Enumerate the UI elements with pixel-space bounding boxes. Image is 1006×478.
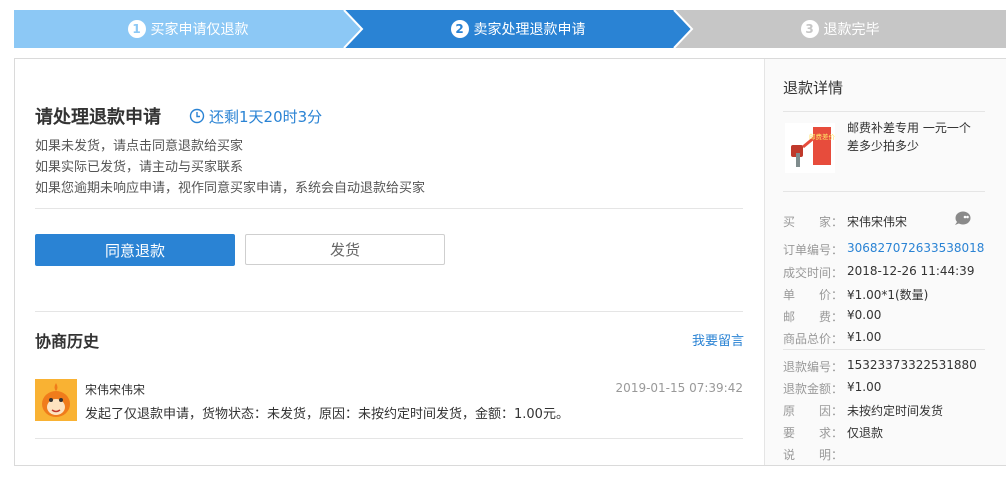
history-title: 协商历史	[35, 332, 100, 351]
product-image-label: 邮费差价	[809, 132, 835, 141]
field-label: 单 价：	[783, 288, 844, 302]
divider	[783, 349, 985, 350]
step-1-label: 买家申请仅退款	[150, 22, 249, 38]
step-1: 1 买家申请仅退款	[14, 10, 362, 48]
step-2-label: 卖家处理退款申请	[473, 22, 586, 38]
divider	[783, 191, 985, 192]
refund-number: 15323373322531880	[847, 358, 977, 372]
divider	[783, 111, 985, 112]
details-title: 退款详情	[783, 79, 844, 97]
refund-progress-stepper: 1 买家申请仅退款 2 卖家处理退款申请 3 退款完毕	[14, 10, 1006, 48]
refund-reason-row: 原 因： 未按约定时间发货	[783, 402, 943, 419]
product-thumbnail-icon: 邮费差价	[785, 123, 836, 173]
avatar-icon	[35, 379, 77, 421]
step-1-number: 1	[127, 20, 146, 38]
leave-message-link[interactable]: 我要留言	[692, 330, 744, 349]
field-label: 成交时间：	[783, 266, 844, 280]
buyer-row: 买 家： 宋伟宋伟宋	[783, 213, 907, 230]
refund-main-panel: 请处理退款申请 还剩1天20时3分 如果未发货，请点击同意退款给买家 如果实际已…	[15, 59, 764, 465]
product-image[interactable]: 邮费差价	[785, 123, 836, 173]
step-3-label: 退款完毕	[823, 22, 880, 38]
deal-time-row: 成交时间： 2018-12-26 11:44:39	[783, 264, 974, 281]
instruction-line: 如果您逾期未响应申请，视作同意买家申请，系统会自动退款给买家	[35, 181, 426, 196]
order-number-link[interactable]: 306827072633538018	[847, 241, 984, 258]
unit-price: ¥1.00*1(数量)	[847, 288, 929, 302]
product-name[interactable]: 邮费补差专用 一元一个 差多少拍多少	[847, 119, 982, 155]
refund-reason: 未按约定时间发货	[847, 404, 944, 418]
step-3-number: 3	[800, 20, 819, 38]
refund-note-row: 说 明：	[783, 446, 847, 463]
field-label: 原 因：	[783, 404, 844, 418]
instructions: 如果未发货，请点击同意退款给买家 如果实际已发货，请主动与买家联系 如果您逾期未…	[35, 136, 425, 199]
refund-request-row: 要 求： 仅退款	[783, 424, 883, 441]
refund-amount: ¥1.00	[847, 380, 882, 394]
refund-card: 请处理退款申请 还剩1天20时3分 如果未发货，请点击同意退款给买家 如果实际已…	[14, 58, 1006, 466]
field-label: 退款金额：	[783, 382, 844, 396]
divider	[35, 311, 743, 312]
instruction-line: 如果未发货，请点击同意退款给买家	[35, 139, 244, 154]
avatar	[35, 379, 77, 421]
divider	[35, 208, 743, 209]
shipping-fee: ¥0.00	[847, 308, 882, 322]
step-2: 2 卖家处理退款申请	[344, 10, 692, 48]
chat-icon[interactable]	[955, 211, 971, 225]
field-label: 说 明：	[783, 448, 844, 462]
field-label: 买 家：	[783, 215, 844, 229]
field-label: 退款编号：	[783, 360, 844, 374]
field-label: 订单编号：	[783, 243, 844, 257]
title-row: 请处理退款申请 还剩1天20时3分	[35, 103, 322, 129]
step-3: 3 退款完毕	[674, 10, 1006, 48]
field-label: 商品总价：	[783, 332, 844, 346]
refund-details-panel: 退款详情 邮费差价 邮费补差专用 一元一个 差多少拍多少 买 家： 宋伟宋伟宋	[764, 59, 1006, 465]
step-2-number: 2	[450, 20, 469, 38]
history-time: 2019-01-15 07:39:42	[615, 381, 743, 395]
clock-icon	[189, 108, 205, 124]
history-message: 发起了仅退款申请，货物状态：未发货，原因：未按约定时间发货，金额：1.00元。	[85, 407, 569, 422]
agree-refund-button[interactable]: 同意退款	[35, 234, 235, 266]
order-number-row: 订单编号： 306827072633538018	[783, 241, 984, 258]
countdown-text: 还剩1天20时3分	[209, 107, 323, 126]
countdown-timer: 还剩1天20时3分	[189, 106, 322, 127]
refund-request: 仅退款	[847, 426, 884, 440]
shipping-fee-row: 邮 费： ¥0.00	[783, 308, 881, 325]
history-user: 宋伟宋伟宋	[85, 383, 146, 397]
refund-number-row: 退款编号： 15323373322531880	[783, 358, 977, 375]
ship-button[interactable]: 发货	[245, 234, 445, 265]
field-label: 要 求：	[783, 426, 844, 440]
total-price: ¥1.00	[847, 330, 882, 344]
page-title: 请处理退款申请	[35, 107, 161, 128]
instruction-line: 如果实际已发货，请主动与买家联系	[35, 160, 244, 175]
deal-time: 2018-12-26 11:44:39	[847, 264, 975, 278]
field-label: 邮 费：	[783, 310, 844, 324]
refund-amount-row: 退款金额： ¥1.00	[783, 380, 881, 397]
history-item: 宋伟宋伟宋 2019-01-15 07:39:42 发起了仅退款申请，货物状态：…	[35, 379, 743, 439]
unit-price-row: 单 价： ¥1.00*1(数量)	[783, 286, 928, 303]
buyer-name: 宋伟宋伟宋	[847, 215, 908, 229]
total-price-row: 商品总价： ¥1.00	[783, 330, 881, 347]
